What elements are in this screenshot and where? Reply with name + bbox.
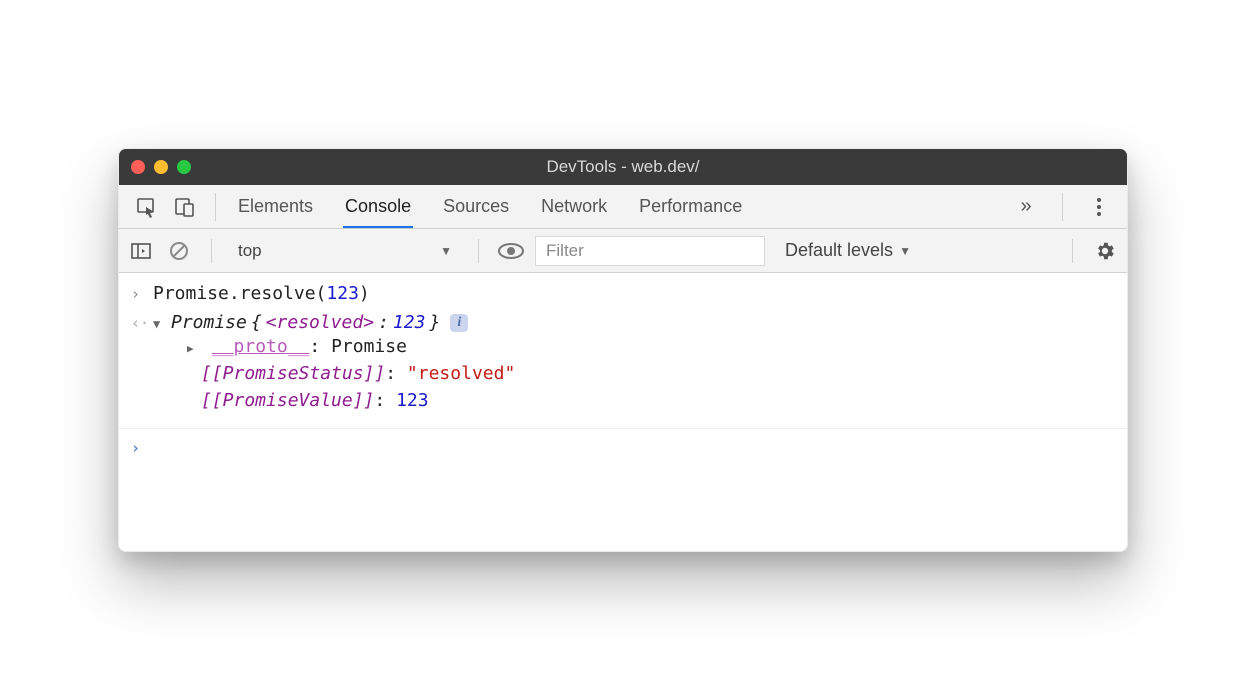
- chevron-down-icon: ▼: [899, 244, 911, 258]
- console-input-echo: › Promise.resolve(123): [119, 279, 1127, 308]
- tab-performance[interactable]: Performance: [637, 186, 744, 228]
- output-chevron-icon: ‹·: [131, 312, 153, 332]
- console-toolbar: top ▼ Default levels ▼: [119, 229, 1127, 273]
- tab-console[interactable]: Console: [343, 186, 413, 228]
- toolbar-separator: [211, 239, 212, 263]
- chevron-down-icon: ▼: [440, 244, 452, 258]
- log-levels-selector[interactable]: Default levels ▼: [785, 240, 911, 261]
- kebab-menu-icon[interactable]: [1085, 193, 1113, 221]
- inspect-element-icon[interactable]: [133, 193, 161, 221]
- minimize-window-button[interactable]: [154, 160, 168, 174]
- tabbar: Elements Console Sources Network Perform…: [119, 185, 1127, 229]
- toggle-device-toolbar-icon[interactable]: [171, 193, 199, 221]
- promise-value-row: [[PromiseValue]]: 123: [187, 387, 515, 414]
- tab-network[interactable]: Network: [539, 186, 609, 228]
- console-result-row: ‹· Promise {<resolved>: 123} i __proto__…: [119, 308, 1127, 418]
- tabbar-left: [125, 193, 207, 221]
- tab-elements[interactable]: Elements: [236, 186, 315, 228]
- prompt-input-area[interactable]: [153, 437, 1115, 457]
- traffic-lights: [131, 160, 191, 174]
- promise-status-row: [[PromiseStatus]]: "resolved": [187, 360, 515, 387]
- titlebar: DevTools - web.dev/: [119, 149, 1127, 185]
- tabs: Elements Console Sources Network Perform…: [236, 186, 1004, 228]
- maximize-window-button[interactable]: [177, 160, 191, 174]
- result-tree: Promise {<resolved>: 123} i __proto__: P…: [153, 312, 515, 414]
- context-selector[interactable]: top ▼: [230, 237, 460, 265]
- log-levels-label: Default levels: [785, 240, 893, 261]
- info-badge-icon[interactable]: i: [450, 314, 468, 332]
- filter-input[interactable]: [535, 236, 765, 266]
- input-chevron-icon: ›: [131, 283, 153, 303]
- console-settings-icon[interactable]: [1091, 237, 1119, 265]
- disclosure-triangle-icon[interactable]: [153, 312, 167, 333]
- result-properties: __proto__: Promise [[PromiseStatus]]: "r…: [187, 333, 515, 414]
- proto-row[interactable]: __proto__: Promise: [187, 333, 515, 360]
- console-body: › Promise.resolve(123) ‹· Promise {<reso…: [119, 273, 1127, 551]
- disclosure-triangle-icon[interactable]: [187, 336, 201, 357]
- toolbar-separator-3: [1072, 239, 1073, 263]
- clear-console-icon[interactable]: [165, 237, 193, 265]
- result-summary[interactable]: Promise {<resolved>: 123} i: [153, 312, 515, 333]
- window-title: DevTools - web.dev/: [119, 157, 1127, 177]
- tab-sources[interactable]: Sources: [441, 186, 511, 228]
- tabbar-right: »: [1004, 193, 1121, 221]
- devtools-window: DevTools - web.dev/ Elements Console Sou…: [118, 148, 1128, 552]
- toggle-console-sidebar-icon[interactable]: [127, 237, 155, 265]
- close-window-button[interactable]: [131, 160, 145, 174]
- tabbar-separator-2: [1062, 193, 1063, 221]
- context-selector-value: top: [238, 241, 262, 261]
- tabbar-separator: [215, 193, 216, 221]
- live-expression-icon[interactable]: [497, 237, 525, 265]
- more-tabs-icon[interactable]: »: [1012, 193, 1040, 221]
- prompt-chevron-icon: ›: [131, 437, 153, 457]
- console-prompt[interactable]: ›: [119, 428, 1127, 461]
- input-expression: Promise.resolve(123): [153, 283, 370, 304]
- toolbar-separator-2: [478, 239, 479, 263]
